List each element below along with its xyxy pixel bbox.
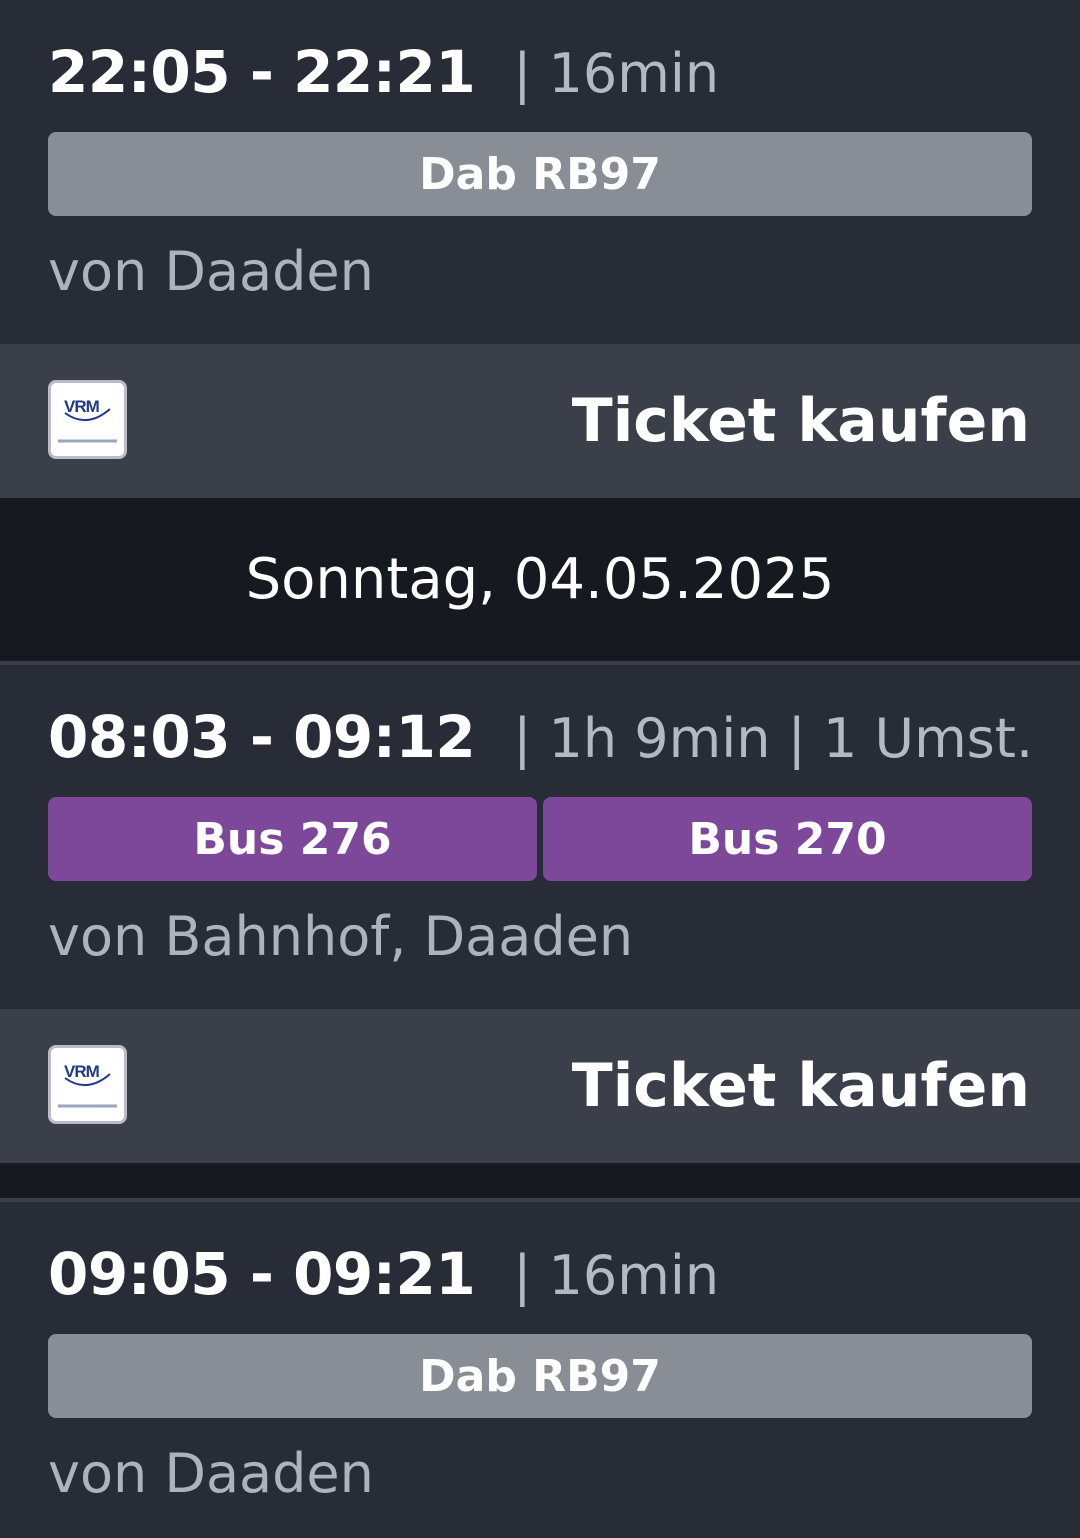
buy-ticket-button[interactable]: Ticket kaufen — [572, 1009, 1030, 1163]
connection-summary: 09:05 - 09:21 | 16min — [48, 1240, 719, 1308]
time-range: 08:03 - 09:12 — [48, 703, 476, 771]
vrm-logo-icon: VRM — [48, 1045, 127, 1124]
time-range: 22:05 - 22:21 — [48, 38, 476, 106]
connection-summary: 22:05 - 22:21 | 16min — [48, 38, 719, 106]
origin-label: von Daaden — [48, 240, 374, 303]
connection-item[interactable]: 22:05 - 22:21 | 16min Dab RB97 von Daaden — [0, 0, 1080, 344]
line-chip-bus: Bus 270 — [543, 797, 1032, 881]
connection-item[interactable]: 09:05 - 09:21 | 16min Dab RB97 von Daaden — [0, 1202, 1080, 1538]
vrm-logo-icon: VRM — [48, 380, 127, 459]
origin-label: von Daaden — [48, 1442, 374, 1505]
ticket-row[interactable]: VRM Ticket kaufen — [0, 344, 1080, 498]
origin-label: von Bahnhof, Daaden — [48, 905, 634, 968]
connection-summary: 08:03 - 09:12 | 1h 9min | 1 Umst. — [48, 703, 1033, 771]
section-gap — [0, 1163, 1080, 1198]
ticket-row[interactable]: VRM Ticket kaufen — [0, 1009, 1080, 1163]
line-chip-train: Dab RB97 — [48, 132, 1032, 216]
time-range: 09:05 - 09:21 — [48, 1240, 476, 1308]
line-chips: Dab RB97 — [48, 132, 1032, 216]
date-header: Sonntag, 04.05.2025 — [0, 498, 1080, 661]
svg-text:VRM: VRM — [64, 397, 100, 416]
line-chips: Dab RB97 — [48, 1334, 1032, 1418]
trip-details: | 16min — [513, 42, 720, 105]
buy-ticket-button[interactable]: Ticket kaufen — [572, 344, 1030, 498]
line-chip-bus: Bus 276 — [48, 797, 537, 881]
trip-details: | 1h 9min | 1 Umst. — [513, 707, 1034, 770]
svg-text:VRM: VRM — [64, 1062, 100, 1081]
trip-details: | 16min — [513, 1244, 720, 1307]
line-chip-train: Dab RB97 — [48, 1334, 1032, 1418]
line-chips: Bus 276 Bus 270 — [48, 797, 1032, 881]
connection-item[interactable]: 08:03 - 09:12 | 1h 9min | 1 Umst. Bus 276… — [0, 665, 1080, 1009]
